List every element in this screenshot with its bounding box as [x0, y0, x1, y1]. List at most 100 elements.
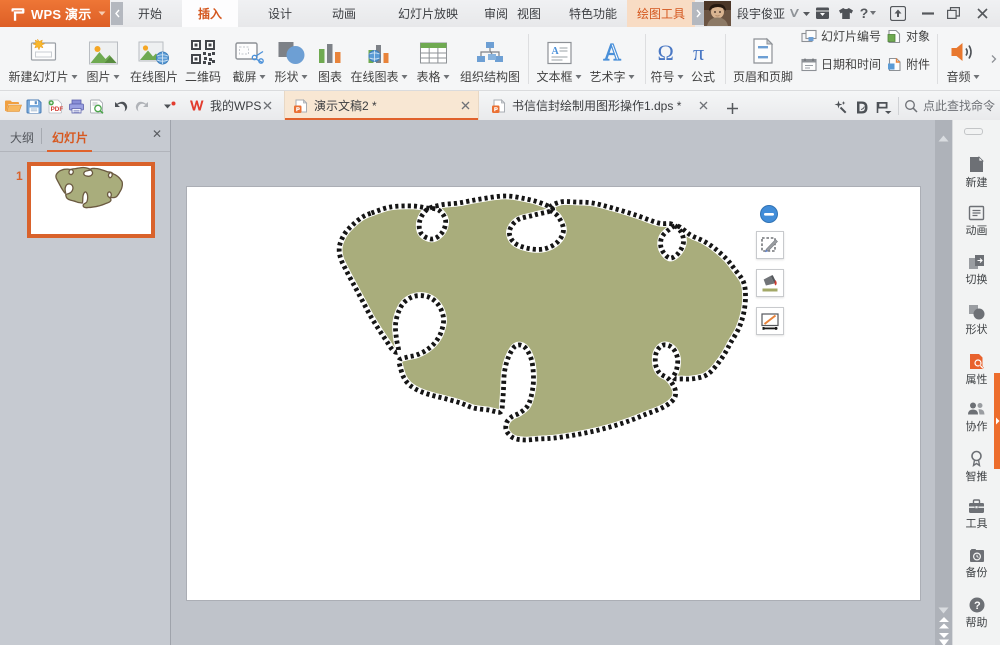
sidebar-drag-handle[interactable] — [964, 128, 983, 135]
ribbon-chart-button[interactable]: 图表 — [317, 31, 343, 83]
vertical-scrollbar[interactable] — [935, 120, 952, 645]
ribbon-textbox-button[interactable]: A 文本框 — [536, 31, 581, 83]
tab-scroll-right-button[interactable] — [692, 2, 704, 25]
sidebar-item-smart[interactable]: 智推 — [953, 450, 1000, 483]
ribbon-date-time-button[interactable]: 日期和时间 — [801, 56, 881, 73]
ribbon-screenshot-button[interactable]: 截屏 — [232, 31, 265, 83]
ribbon-online-picture-button[interactable]: 在线图片 — [130, 31, 178, 83]
menu-tab-slideshow[interactable]: 幻灯片放映 — [388, 0, 468, 27]
ribbon-picture-button[interactable]: 图片 — [86, 31, 119, 83]
task-pane-expand-handle[interactable] — [994, 373, 1000, 469]
close-tab-icon[interactable] — [461, 101, 470, 110]
sidebar-item-label: 动画 — [953, 225, 1000, 237]
collapse-quick-tools-button[interactable] — [760, 205, 778, 223]
save-all-icon[interactable] — [875, 98, 893, 116]
help-caret-icon — [870, 11, 876, 15]
quickbar-print-button[interactable] — [67, 97, 85, 115]
animation-icon — [953, 205, 1000, 221]
wps-logo[interactable]: WPS 演示 — [0, 0, 110, 27]
sidebar-item-transition[interactable]: 切换 — [953, 254, 1000, 286]
ribbon-online-chart-button[interactable]: 在线图表 — [350, 31, 407, 83]
slide-panel-header: 大纲 幻灯片 ✕ — [0, 120, 170, 152]
ribbon-audio-button[interactable]: 音频 — [946, 31, 979, 83]
svg-text:A: A — [603, 40, 621, 65]
ribbon-item-label: 组织结构图 — [460, 70, 520, 84]
quickbar-print-preview-button[interactable] — [88, 97, 106, 115]
ribbon-orgchart-button[interactable]: 组织结构图 — [460, 31, 520, 83]
sidebar-item-backup[interactable]: 备份 — [953, 548, 1000, 579]
quickbar-undo-button[interactable] — [111, 97, 129, 115]
next-slide-button[interactable] — [938, 633, 950, 645]
ribbon-qrcode-button[interactable]: 二维码 — [185, 31, 221, 83]
beautify-wand-icon[interactable] — [831, 98, 849, 116]
docer-templates-icon[interactable] — [853, 98, 871, 116]
slides-tab[interactable]: 幻灯片 — [52, 129, 88, 146]
quickbar-open-button[interactable] — [4, 97, 22, 115]
doc-tab-label: 演示文稿2 * — [314, 97, 377, 114]
tab-scroll-left-button[interactable] — [111, 2, 123, 25]
ribbon-item-label-row: 截屏 — [232, 71, 265, 83]
ribbon-symbol-button[interactable]: Ω 符号 — [650, 31, 683, 83]
sidebar-item-animation[interactable]: 动画 — [953, 205, 1000, 237]
menu-tab-design[interactable]: 设计 — [258, 0, 302, 27]
transition-icon — [953, 254, 1000, 270]
collapse-ribbon-icon[interactable] — [888, 0, 908, 26]
sidebar-item-new[interactable]: 新建 — [953, 156, 1000, 189]
ribbon-item-label: 日期和时间 — [821, 56, 881, 73]
sidebar-item-help[interactable]: ? 帮助 — [953, 597, 1000, 629]
ribbon-slide-number-button[interactable]: 幻灯片编号 — [801, 28, 881, 45]
quickbar-save-button[interactable] — [25, 97, 43, 115]
ribbon-header-footer-button[interactable]: 页眉和页脚 — [733, 31, 793, 83]
menu-tab-drawing-tools[interactable]: 绘图工具 — [627, 0, 695, 27]
minimize-button[interactable] — [918, 0, 938, 26]
freeform-shape-selected[interactable] — [187, 187, 921, 600]
close-panel-icon[interactable]: ✕ — [152, 127, 162, 141]
command-search-box[interactable]: 点此查找命令 — [904, 91, 995, 120]
ribbon-item-label-row: 新建幻灯片 — [8, 71, 77, 83]
doc-tab-presentation2[interactable]: 演示文稿2 * — [284, 91, 479, 120]
scroll-up-icon[interactable] — [938, 129, 949, 147]
outline-color-button[interactable] — [756, 307, 784, 335]
close-tab-icon[interactable] — [699, 101, 708, 110]
menu-tab-view[interactable]: 视图 — [507, 0, 551, 27]
quickbar-export-pdf-button[interactable]: PDF — [46, 97, 64, 115]
slide-editing-area[interactable] — [187, 187, 921, 600]
menu-tab-animation[interactable]: 动画 — [322, 0, 366, 27]
new-tab-button[interactable] — [723, 99, 741, 117]
ribbon-shapes-button[interactable]: 形状 — [274, 31, 307, 83]
ribbon-expand-icon[interactable] — [990, 51, 997, 69]
slide-thumbnail[interactable] — [27, 162, 155, 238]
ribbon-item-label-row: 二维码 — [185, 71, 221, 83]
quickbar-redo-button[interactable] — [133, 97, 151, 115]
ribbon-formula-button[interactable]: π 公式 — [691, 31, 715, 83]
menu-tab-home[interactable]: 开始 — [128, 0, 172, 27]
sidebar-item-collaborate[interactable]: 协作 — [953, 401, 1000, 433]
dropdown-caret — [260, 75, 266, 79]
restore-button[interactable] — [943, 0, 963, 26]
quickbar-customize-button[interactable] — [160, 97, 178, 115]
message-center-icon[interactable] — [812, 0, 832, 26]
fill-color-button[interactable] — [756, 269, 784, 297]
ribbon-table-button[interactable]: 表格 — [416, 31, 449, 83]
sidebar-item-properties[interactable]: 属性 — [953, 353, 1000, 386]
sidebar-item-tools[interactable]: 工具 — [953, 499, 1000, 530]
close-button[interactable] — [972, 0, 992, 26]
ribbon-wordart-button[interactable]: A 艺术字 — [589, 31, 634, 83]
user-name[interactable]: 段宇俊亚 — [737, 0, 785, 27]
doc-tab-letter-envelope[interactable]: 书信信封绘制用图形操作1.dps * — [481, 91, 716, 120]
menu-tab-insert[interactable]: 插入 — [182, 0, 238, 27]
edit-shape-button[interactable] — [756, 231, 784, 259]
help-icon[interactable]: ? — [858, 0, 878, 26]
outline-tab[interactable]: 大纲 — [10, 129, 34, 146]
sidebar-item-shape[interactable]: 形状 — [953, 304, 1000, 336]
menu-tab-special[interactable]: 特色功能 — [559, 0, 627, 27]
sidebar-item-label: 帮助 — [953, 617, 1000, 629]
user-avatar[interactable] — [704, 1, 731, 26]
user-menu-caret-icon[interactable] — [803, 12, 810, 16]
doc-tab-my-wps[interactable]: 我的WPS — [183, 91, 282, 120]
skin-theme-icon[interactable] — [836, 0, 856, 26]
ribbon-attachment-button[interactable]: 附件 — [887, 56, 930, 73]
ribbon-object-button[interactable]: 对象 — [887, 28, 930, 45]
ribbon-new-slide-button[interactable]: 新建幻灯片 — [8, 31, 77, 83]
close-tab-icon[interactable] — [263, 101, 272, 110]
